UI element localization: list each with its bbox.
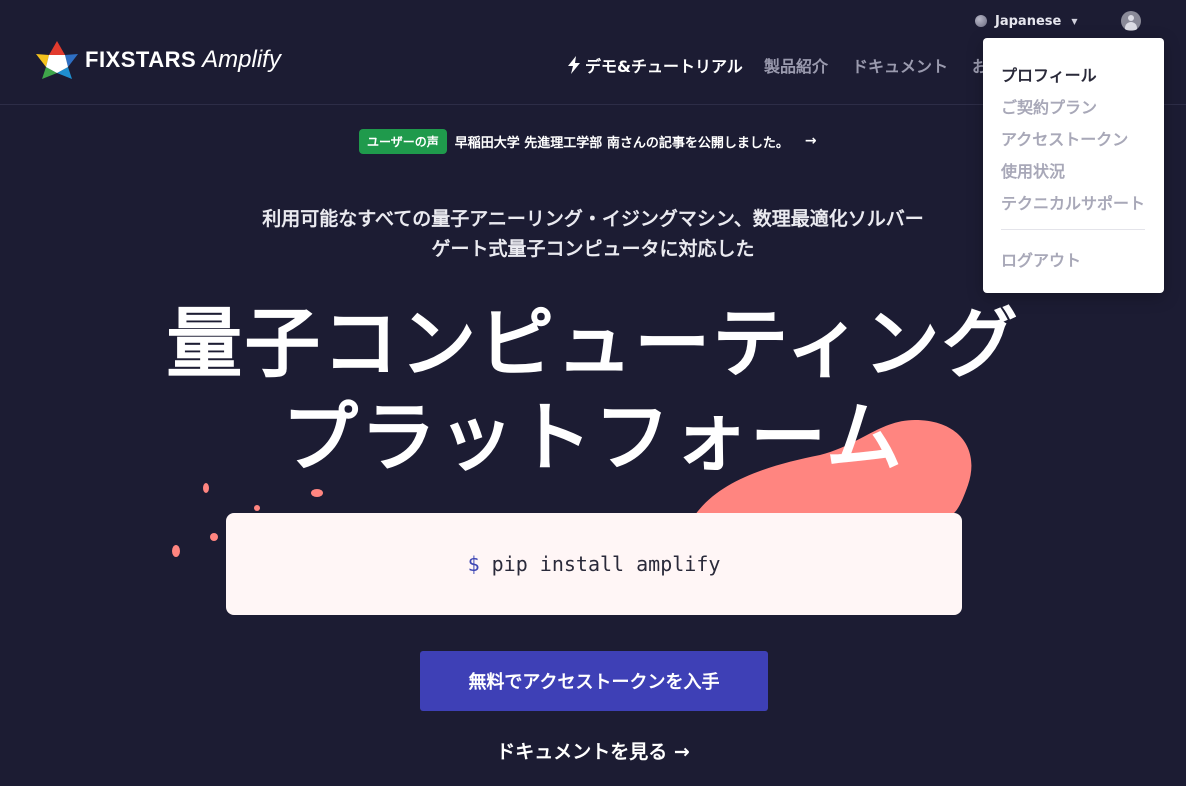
hero-title-line2: プラットフォーム xyxy=(282,393,904,482)
user-avatar-button[interactable] xyxy=(1121,11,1141,31)
nav-documents[interactable]: ドキュメント xyxy=(852,54,948,76)
announcement-text: 早稲田大学 先進理工学部 南さんの記事を公開しました。 xyxy=(454,135,789,151)
view-docs-link[interactable]: ドキュメントを見る → xyxy=(0,737,1186,764)
install-command-box[interactable]: $ pip install amplify xyxy=(226,513,962,615)
announcement-link[interactable]: ユーザーの声 早稲田大学 先進理工学部 南さんの記事を公開しました。 → xyxy=(359,128,817,154)
announcement-badge: ユーザーの声 xyxy=(359,128,447,154)
fixstars-star-logo xyxy=(36,41,78,79)
lightning-icon xyxy=(568,56,580,74)
menu-item-support[interactable]: テクニカルサポート xyxy=(1001,190,1145,214)
menu-item-logout[interactable]: ログアウト xyxy=(1001,247,1081,271)
shell-prompt: $ xyxy=(467,552,480,576)
nav-demo-label: デモ&チュートリアル xyxy=(585,57,743,76)
get-access-token-button[interactable]: 無料でアクセストークンを入手 xyxy=(420,651,768,711)
menu-divider xyxy=(1001,229,1145,230)
menu-item-plan[interactable]: ご契約プラン xyxy=(1001,94,1097,118)
chevron-down-icon: ▼ xyxy=(1071,16,1078,26)
logo[interactable]: FIXSTARS Amplify xyxy=(35,38,281,82)
user-avatar-icon xyxy=(1128,15,1134,21)
language-label: Japanese xyxy=(995,13,1062,29)
language-selector[interactable]: Japanese ▼ xyxy=(975,12,1077,30)
menu-item-profile[interactable]: プロフィール xyxy=(1001,62,1097,86)
install-command: pip install amplify xyxy=(491,552,721,576)
menu-item-access-token[interactable]: アクセストークン xyxy=(1001,126,1128,150)
logo-product: Amplify xyxy=(202,46,281,73)
menu-item-usage[interactable]: 使用状況 xyxy=(1001,158,1065,182)
user-menu-dropdown: プロフィール ご契約プラン アクセストークン 使用状況 テクニカルサポート ログ… xyxy=(983,38,1164,293)
arrow-right-icon: → xyxy=(804,133,817,149)
globe-icon xyxy=(975,15,987,27)
nav-products[interactable]: 製品紹介 xyxy=(764,54,828,76)
nav-demo-tutorial[interactable]: デモ&チュートリアル xyxy=(567,54,743,76)
logo-brand: FIXSTARS xyxy=(85,47,197,72)
